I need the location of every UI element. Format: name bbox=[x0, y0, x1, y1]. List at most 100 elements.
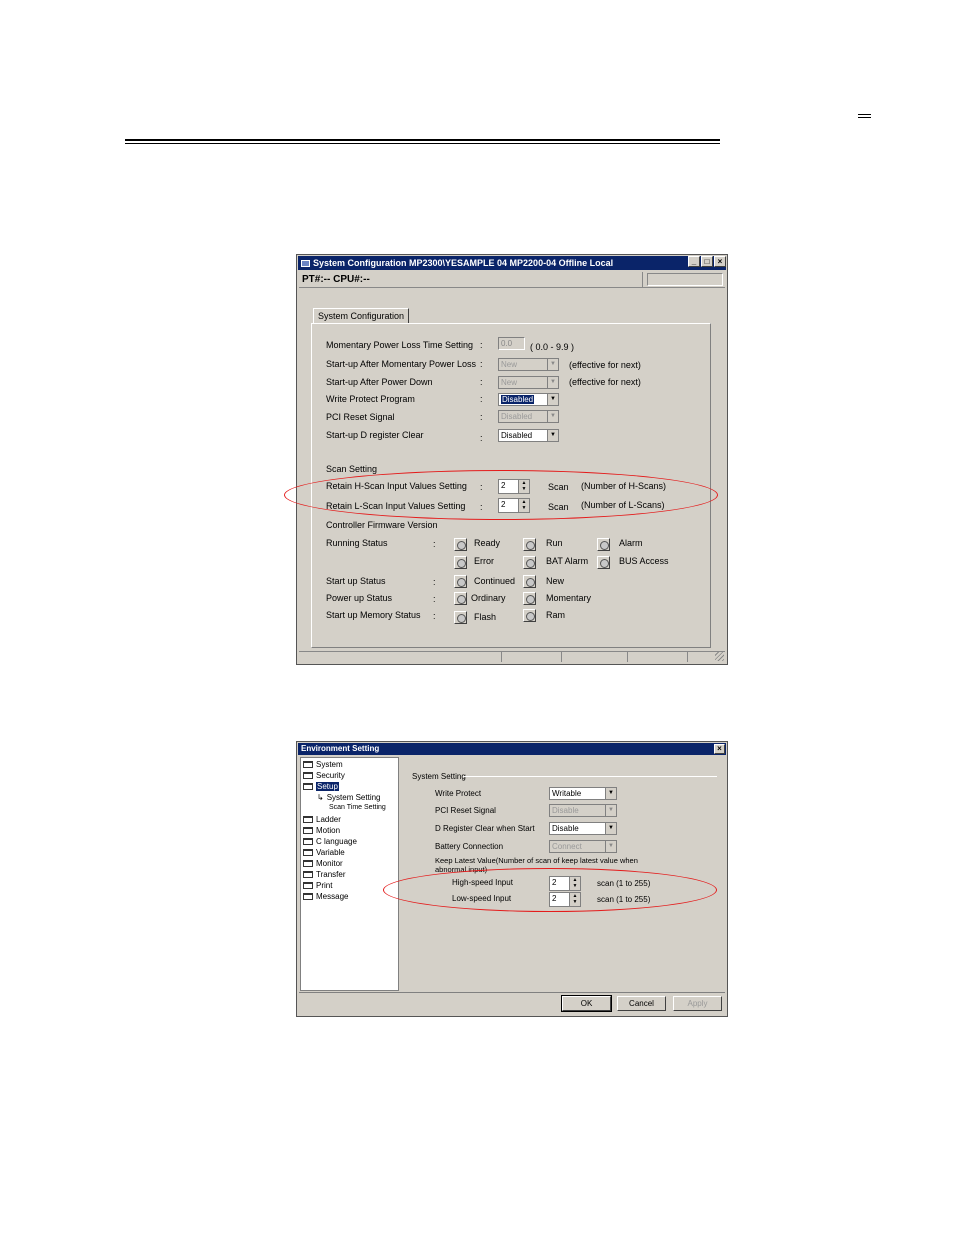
resize-grip-icon[interactable] bbox=[715, 652, 724, 661]
pci-reset-value: Disable bbox=[552, 806, 579, 815]
colon: : bbox=[480, 377, 483, 387]
colon: : bbox=[480, 359, 483, 369]
tree-item-scan-time-setting[interactable]: Scan Time Setting bbox=[329, 804, 386, 811]
corner-mark bbox=[858, 114, 871, 118]
run-led-icon bbox=[523, 538, 536, 551]
maximize-icon[interactable]: □ bbox=[701, 256, 713, 267]
powerup-status-label: Power up Status bbox=[326, 593, 393, 603]
battery-select[interactable]: Connect ▼ bbox=[549, 840, 617, 853]
startup-power-down-note: (effective for next) bbox=[569, 377, 641, 387]
highlight-ellipse bbox=[383, 868, 717, 912]
page: System Configuration MP2300\YESAMPLE 04 … bbox=[0, 0, 954, 1235]
run-label: Run bbox=[546, 538, 563, 548]
settings-tree: System Security Setup ↳ System Setting Sc… bbox=[300, 757, 399, 991]
minimize-icon[interactable]: _ bbox=[688, 256, 700, 267]
ordinary-label: Ordinary bbox=[471, 593, 506, 603]
battery-label: Battery Connection bbox=[435, 842, 504, 851]
ram-label: Ram bbox=[546, 610, 566, 620]
write-protect-select[interactable]: Disabled ▼ bbox=[498, 393, 559, 406]
colon: : bbox=[433, 594, 436, 604]
folder-icon bbox=[303, 849, 313, 856]
window-titlebar[interactable]: System Configuration MP2300\YESAMPLE 04 … bbox=[298, 256, 726, 270]
ready-label: Ready bbox=[474, 538, 501, 548]
startup-power-down-label: Start-up After Power Down bbox=[326, 377, 433, 387]
pci-reset-select[interactable]: Disable ▼ bbox=[549, 804, 617, 817]
tab-system-configuration[interactable]: System Configuration bbox=[313, 308, 410, 324]
window-controls: _ □ × bbox=[688, 256, 726, 267]
startup-momentary-select[interactable]: New ▼ bbox=[498, 358, 559, 371]
close-icon[interactable]: × bbox=[714, 256, 726, 267]
apply-button[interactable]: Apply bbox=[673, 996, 722, 1011]
chevron-down-icon: ▼ bbox=[547, 359, 558, 370]
running-status-label: Running Status bbox=[326, 538, 388, 548]
folder-icon bbox=[303, 827, 313, 834]
tree-item-motion[interactable]: Motion bbox=[303, 826, 340, 835]
colon: : bbox=[480, 394, 483, 404]
tree-item-system-setting[interactable]: ↳ System Setting bbox=[317, 793, 381, 802]
startup-momentary-label: Start-up After Momentary Power Loss bbox=[326, 359, 477, 369]
startup-status-label: Start up Status bbox=[326, 576, 386, 586]
bus-access-led-icon bbox=[597, 556, 610, 569]
d-register-select[interactable]: Disable ▼ bbox=[549, 822, 617, 835]
momentary-led-icon bbox=[523, 592, 536, 605]
pci-reset-label: PCI Reset Signal bbox=[326, 412, 395, 422]
tree-item-transfer[interactable]: Transfer bbox=[303, 870, 346, 879]
chevron-down-icon: ▼ bbox=[605, 841, 616, 852]
tree-item-monitor[interactable]: Monitor bbox=[303, 859, 343, 868]
window-title: System Configuration MP2300\YESAMPLE 04 … bbox=[313, 258, 614, 268]
d-register-value: Disable bbox=[552, 824, 579, 833]
pt-cpu-label: PT#:-- CPU#:-- bbox=[302, 274, 370, 285]
tree-item-variable[interactable]: Variable bbox=[303, 848, 345, 857]
firmware-label: Controller Firmware Version bbox=[326, 520, 438, 530]
open-folder-icon bbox=[303, 783, 313, 790]
system-configuration-window: System Configuration MP2300\YESAMPLE 04 … bbox=[296, 254, 728, 665]
header-rule bbox=[125, 139, 720, 144]
ready-led-icon bbox=[454, 538, 467, 551]
window-titlebar[interactable]: Environment Setting bbox=[298, 743, 726, 755]
chevron-down-icon: ▼ bbox=[547, 394, 558, 405]
chevron-down-icon: ▼ bbox=[605, 788, 616, 799]
tree-item-print[interactable]: Print bbox=[303, 881, 332, 890]
ordinary-led-icon bbox=[454, 592, 467, 605]
tree-item-c-language[interactable]: C language bbox=[303, 837, 357, 846]
d-register-label: Start-up D register Clear bbox=[326, 430, 424, 440]
momentary-loss-label: Momentary Power Loss Time Setting bbox=[326, 340, 474, 350]
status-box bbox=[647, 273, 723, 286]
d-register-value: Disabled bbox=[501, 431, 533, 440]
window-status-bar bbox=[299, 651, 725, 662]
startup-power-down-value: New bbox=[501, 378, 518, 387]
footer-divider bbox=[299, 992, 725, 993]
write-protect-select[interactable]: Writable ▼ bbox=[549, 787, 617, 800]
colon: : bbox=[433, 577, 436, 587]
battery-value: Connect bbox=[552, 842, 582, 851]
alarm-led-icon bbox=[597, 538, 610, 551]
tree-item-ladder[interactable]: Ladder bbox=[303, 815, 341, 824]
tree-item-system[interactable]: System bbox=[303, 760, 343, 769]
flash-led-icon bbox=[454, 611, 467, 624]
startup-momentary-value: New bbox=[501, 360, 518, 369]
chevron-down-icon: ▼ bbox=[605, 823, 616, 834]
ram-led-icon bbox=[523, 609, 536, 622]
startup-power-down-select[interactable]: New ▼ bbox=[498, 376, 559, 389]
pci-reset-select[interactable]: Disabled ▼ bbox=[498, 410, 559, 423]
error-label: Error bbox=[474, 556, 494, 566]
chevron-down-icon: ▼ bbox=[547, 377, 558, 388]
bat-alarm-label: BAT Alarm bbox=[546, 556, 589, 566]
status-divider bbox=[642, 272, 643, 287]
ok-button[interactable]: OK bbox=[561, 995, 612, 1012]
pci-reset-label: PCI Reset Signal bbox=[435, 806, 496, 815]
bat-alarm-led-icon bbox=[523, 556, 536, 569]
folder-icon bbox=[303, 893, 313, 900]
d-register-select[interactable]: Disabled ▼ bbox=[498, 429, 559, 442]
bus-access-label: BUS Access bbox=[619, 556, 669, 566]
memory-status-label: Start up Memory Status bbox=[326, 610, 421, 620]
tree-item-security[interactable]: Security bbox=[303, 771, 345, 780]
close-icon[interactable]: × bbox=[714, 744, 725, 754]
momentary-loss-input[interactable]: 0.0 bbox=[498, 337, 525, 350]
cancel-button[interactable]: Cancel bbox=[617, 996, 666, 1011]
tree-item-message[interactable]: Message bbox=[303, 892, 348, 901]
colon: : bbox=[433, 611, 436, 621]
tree-item-setup[interactable]: Setup bbox=[303, 782, 339, 791]
highlight-ellipse bbox=[284, 470, 718, 520]
write-protect-value: Disabled bbox=[501, 395, 535, 404]
